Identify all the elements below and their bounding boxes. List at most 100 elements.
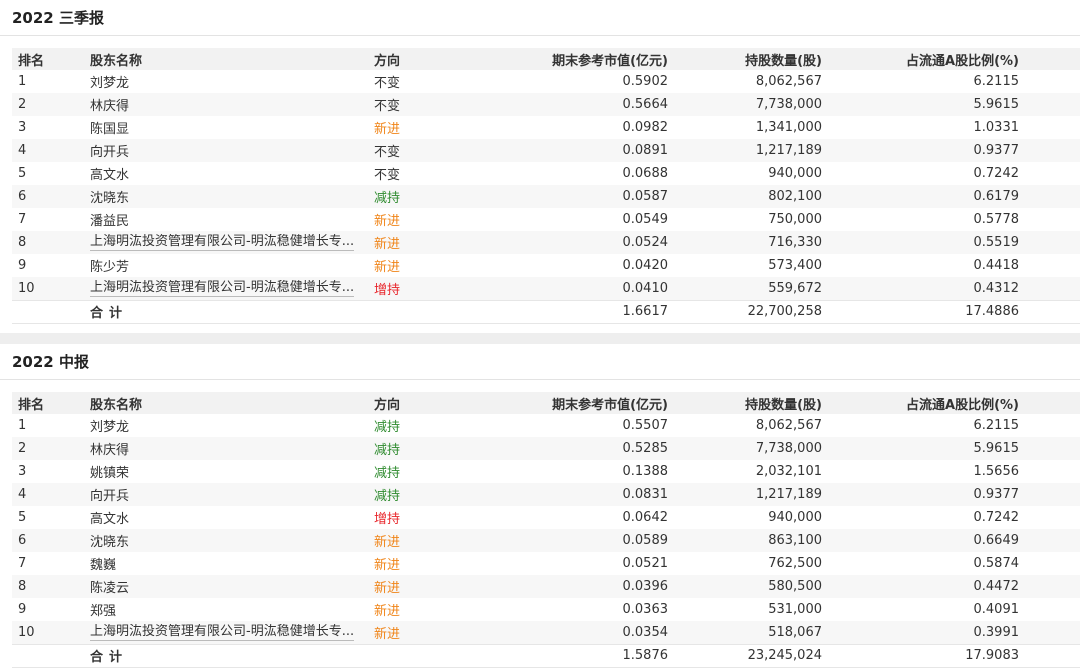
ratio-cell: 0.4091 <box>973 602 1020 617</box>
table-total-row: 合计 1.5876 23,245,024 17.9083 <box>12 643 1080 668</box>
direction-cell: 新进 <box>374 558 401 573</box>
total-label: 合计 <box>90 643 374 668</box>
name-cell: 陈国显 <box>90 116 374 139</box>
shares-cell: 750,000 <box>768 212 822 227</box>
rank-cell: 7 <box>18 212 27 227</box>
rank-cell: 1 <box>18 418 27 433</box>
shares-cell: 716,330 <box>668 231 822 254</box>
shareholder-name: 魏巍 <box>90 558 117 573</box>
market-value-cell: 0.1388 <box>622 464 669 479</box>
col-direction-header: 方向 <box>374 48 452 70</box>
total-shares: 23,245,024 <box>668 643 822 668</box>
shareholder-name-link[interactable]: 上海明汯投资管理有限公司-明汯稳健增长专... <box>90 280 355 297</box>
shares-cell: 8,062,567 <box>755 418 822 433</box>
col-direction-header: 方向 <box>374 392 452 414</box>
report-section-q3: 2022 三季报 排名 股东名称 方向 期末参考市值(亿元) 持股数量(股) 占… <box>0 0 1080 324</box>
shareholder-name: 刘梦龙 <box>90 420 130 435</box>
direction-cell: 减持 <box>374 420 401 435</box>
name-cell: 潘益民 <box>90 208 374 231</box>
shareholder-name: 向开兵 <box>90 145 130 160</box>
col-name-header: 股东名称 <box>90 48 374 70</box>
table-total-row: 合计 1.6617 22,700,258 17.4886 <box>12 299 1080 324</box>
col-rank-header: 排名 <box>12 48 90 70</box>
direction-cell: 减持 <box>374 437 452 460</box>
total-ratio: 17.4886 <box>822 299 1019 324</box>
shares-cell: 7,738,000 <box>668 93 822 116</box>
direction-cell: 新进 <box>374 122 401 137</box>
table-row: 8 陈凌云 新进 0.0396 580,500 0.4472 <box>12 575 1080 598</box>
market-value-cell: 0.0396 <box>452 575 668 598</box>
rank-cell: 10 <box>12 621 90 644</box>
shares-cell: 940,000 <box>768 166 822 181</box>
rank-cell: 7 <box>18 556 27 571</box>
ratio-cell: 0.9377 <box>822 139 1019 162</box>
ratio-cell: 0.5778 <box>973 212 1020 227</box>
direction-cell: 增持 <box>374 512 401 527</box>
rank-cell: 2 <box>12 437 90 460</box>
table-row: 6 沈晓东 新进 0.0589 863,100 0.6649 <box>12 529 1080 552</box>
table-header-row: 排名 股东名称 方向 期末参考市值(亿元) 持股数量(股) 占流通A股比例(%) <box>12 392 1080 414</box>
shareholder-name: 陈少芳 <box>90 260 130 275</box>
section-title: 2022 中报 <box>0 344 1080 380</box>
col-name-header: 股东名称 <box>90 392 374 414</box>
table-row: 5 高文水 增持 0.0642 940,000 0.7242 <box>12 506 1080 529</box>
market-value-cell: 0.0589 <box>452 529 668 552</box>
rank-cell: 10 <box>12 277 90 300</box>
shares-cell: 863,100 <box>668 529 822 552</box>
table-row: 3 陈国显 新进 0.0982 1,341,000 1.0331 <box>12 116 1080 139</box>
name-cell: 郑强 <box>90 598 374 621</box>
market-value-cell: 0.0420 <box>622 258 669 273</box>
name-cell: 上海明汯投资管理有限公司-明汯稳健增长专... <box>90 621 374 644</box>
market-value-cell: 0.5902 <box>622 74 669 89</box>
market-value-cell: 0.0524 <box>452 231 668 254</box>
shares-cell: 802,100 <box>668 185 822 208</box>
shares-cell: 1,217,189 <box>668 139 822 162</box>
direction-cell: 不变 <box>374 139 452 162</box>
direction-cell: 不变 <box>374 76 401 91</box>
shares-cell: 8,062,567 <box>755 74 822 89</box>
rank-cell: 3 <box>18 464 27 479</box>
table-row: 4 向开兵 不变 0.0891 1,217,189 0.9377 <box>12 139 1080 162</box>
name-cell: 向开兵 <box>90 139 374 162</box>
name-cell: 姚镇荣 <box>90 460 374 483</box>
ratio-cell: 5.9615 <box>822 93 1019 116</box>
col-rank-header: 排名 <box>12 392 90 414</box>
shareholder-name: 刘梦龙 <box>90 76 130 91</box>
rank-cell: 9 <box>18 258 27 273</box>
table-row: 10 上海明汯投资管理有限公司-明汯稳健增长专... 增持 0.0410 559,672… <box>12 277 1080 300</box>
ratio-cell: 5.9615 <box>822 437 1019 460</box>
name-cell: 林庆得 <box>90 437 374 460</box>
shares-cell: 573,400 <box>768 258 822 273</box>
name-cell: 陈凌云 <box>90 575 374 598</box>
direction-cell: 减持 <box>374 483 452 506</box>
table-row: 8 上海明汯投资管理有限公司-明汯稳健增长专... 新进 0.0524 716,330 0… <box>12 231 1080 254</box>
name-cell: 刘梦龙 <box>90 414 374 437</box>
ratio-cell: 0.4418 <box>973 258 1020 273</box>
col-ratio-header: 占流通A股比例(%) <box>822 392 1019 414</box>
shares-cell: 531,000 <box>768 602 822 617</box>
name-cell: 向开兵 <box>90 483 374 506</box>
name-cell: 林庆得 <box>90 93 374 116</box>
table-row: 9 陈少芳 新进 0.0420 573,400 0.4418 <box>12 254 1080 277</box>
shareholder-name-link[interactable]: 上海明汯投资管理有限公司-明汯稳健增长专... <box>90 624 355 641</box>
ratio-cell: 1.0331 <box>973 120 1020 135</box>
rank-cell: 4 <box>12 139 90 162</box>
col-market-value-header: 期末参考市值(亿元) <box>452 48 668 70</box>
total-label: 合计 <box>90 299 374 324</box>
table-row: 4 向开兵 减持 0.0831 1,217,189 0.9377 <box>12 483 1080 506</box>
rank-cell: 5 <box>18 166 27 181</box>
direction-cell: 新进 <box>374 604 401 619</box>
name-cell: 沈晓东 <box>90 185 374 208</box>
shareholder-name: 陈凌云 <box>90 581 130 596</box>
total-market-value: 1.6617 <box>452 299 668 324</box>
market-value-cell: 0.5507 <box>622 418 669 433</box>
total-shares: 22,700,258 <box>668 299 822 324</box>
shares-cell: 1,217,189 <box>668 483 822 506</box>
direction-cell: 减持 <box>374 185 452 208</box>
rank-cell: 5 <box>18 510 27 525</box>
direction-cell: 增持 <box>374 277 452 300</box>
rank-cell: 8 <box>12 575 90 598</box>
rank-cell: 8 <box>12 231 90 254</box>
shareholder-name-link[interactable]: 上海明汯投资管理有限公司-明汯稳健增长专... <box>90 234 355 251</box>
rank-cell: 6 <box>12 529 90 552</box>
